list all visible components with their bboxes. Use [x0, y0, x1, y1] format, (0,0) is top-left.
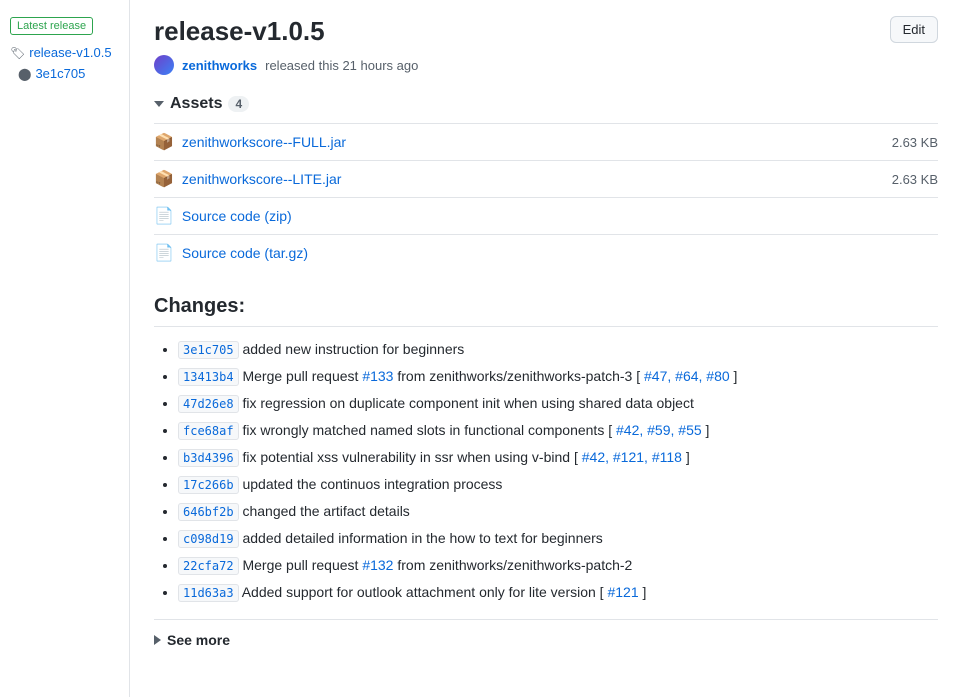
pr-118-link[interactable]: #118	[652, 449, 682, 465]
hash-646bf2b[interactable]: 646bf2b	[178, 503, 239, 521]
hash-17c266b[interactable]: 17c266b	[178, 476, 239, 494]
commit-item-17c266b: 17c266b updated the continuos integratio…	[178, 474, 938, 495]
commit-item-11d63a3: 11d63a3 Added support for outlook attach…	[178, 582, 938, 603]
sidebar-tag[interactable]: 🏷 release-v1.0.5	[10, 45, 119, 60]
hash-13413b4[interactable]: 13413b4	[178, 368, 239, 386]
commit-item-fce68af: fce68af fix wrongly matched named slots …	[178, 420, 938, 441]
hash-b3d4396[interactable]: b3d4396	[178, 449, 239, 467]
commit-item-b3d4396: b3d4396 fix potential xss vulnerability …	[178, 447, 938, 468]
msg-13413b4: Merge pull request	[242, 368, 362, 384]
commit-item-646bf2b: 646bf2b changed the artifact details	[178, 501, 938, 522]
pr-47-link[interactable]: #47,	[644, 368, 671, 384]
pr-121b-link[interactable]: #121	[607, 584, 638, 600]
zip-icon: 📄	[154, 206, 174, 226]
msg-646bf2b: changed the artifact details	[242, 503, 409, 519]
changes-header: Changes:	[154, 295, 938, 327]
commit-item-22cfa72: 22cfa72 Merge pull request #132 from zen…	[178, 555, 938, 576]
see-more-section: See more	[154, 619, 938, 648]
see-more-label: See more	[167, 632, 230, 648]
asset-left-lite: 📦 zenithworkscore--LITE.jar	[154, 169, 341, 189]
commit-dot-icon: ⬤	[18, 67, 31, 81]
msg-3e1c705: added new instruction for beginners	[242, 341, 464, 357]
asset-item-lite-jar: 📦 zenithworkscore--LITE.jar 2.63 KB	[154, 160, 938, 197]
pr-133-link[interactable]: #133	[362, 368, 393, 384]
commit-item-47d26e8: 47d26e8 fix regression on duplicate comp…	[178, 393, 938, 414]
bracket-close-2: ]	[706, 422, 710, 438]
changes-list: 3e1c705 added new instruction for beginn…	[154, 339, 938, 603]
full-jar-link[interactable]: zenithworkscore--FULL.jar	[182, 134, 346, 150]
latest-release-badge: Latest release	[10, 17, 93, 35]
source-zip-item: 📄 Source code (zip)	[154, 197, 938, 234]
sidebar-commit-label: 3e1c705	[35, 66, 85, 81]
msg-c098d19: added detailed information in the how to…	[242, 530, 602, 546]
hash-3e1c705[interactable]: 3e1c705	[178, 341, 239, 359]
lite-jar-link[interactable]: zenithworkscore--LITE.jar	[182, 171, 342, 187]
triangle-icon	[154, 635, 161, 645]
full-jar-size: 2.63 KB	[892, 135, 938, 150]
pr-42b-link[interactable]: #42,	[582, 449, 609, 465]
release-time: released this 21 hours ago	[265, 58, 418, 73]
msg-17c266b: updated the continuos integration proces…	[242, 476, 502, 492]
assets-header[interactable]: Assets 4	[154, 95, 938, 113]
pr-80-link[interactable]: #80	[706, 368, 729, 384]
pr-132-link[interactable]: #132	[362, 557, 393, 573]
release-meta: zenithworks released this 21 hours ago	[154, 55, 938, 75]
sidebar-commit[interactable]: ⬤ 3e1c705	[18, 66, 119, 81]
source-zip-link[interactable]: Source code (zip)	[182, 208, 292, 224]
see-more-button[interactable]: See more	[154, 632, 230, 648]
assets-title: Assets	[170, 95, 222, 113]
sidebar-tag-label: release-v1.0.5	[29, 45, 111, 60]
msg-b3d4396: fix potential xss vulnerability in ssr w…	[242, 449, 577, 465]
avatar	[154, 55, 174, 75]
author-link[interactable]: zenithworks	[182, 58, 257, 73]
edit-button[interactable]: Edit	[890, 16, 938, 43]
bracket-close-4: ]	[643, 584, 647, 600]
msg-22cfa72: Merge pull request	[242, 557, 362, 573]
commit-item-13413b4: 13413b4 Merge pull request #133 from zen…	[178, 366, 938, 387]
release-title: release-v1.0.5	[154, 16, 325, 47]
pr-121a-link[interactable]: #121,	[613, 449, 648, 465]
hash-22cfa72[interactable]: 22cfa72	[178, 557, 239, 575]
changes-section: Changes: 3e1c705 added new instruction f…	[154, 295, 938, 648]
tag-icon: 🏷	[10, 46, 25, 60]
assets-count: 4	[228, 96, 249, 112]
jar-icon: 📦	[154, 132, 174, 152]
msg-22cfa72-2: from zenithworks/zenithworks-patch-2	[397, 557, 632, 573]
lite-jar-size: 2.63 KB	[892, 172, 938, 187]
msg-13413b4-2: from zenithworks/zenithworks-patch-3 [	[397, 368, 640, 384]
bracket-close-3: ]	[686, 449, 690, 465]
main-content: release-v1.0.5 Edit zenithworks released…	[130, 0, 962, 697]
commit-item-3e1c705: 3e1c705 added new instruction for beginn…	[178, 339, 938, 360]
commit-item-c098d19: c098d19 added detailed information in th…	[178, 528, 938, 549]
pr-59-link[interactable]: #59,	[647, 422, 674, 438]
jar-lite-icon: 📦	[154, 169, 174, 189]
hash-47d26e8[interactable]: 47d26e8	[178, 395, 239, 413]
hash-fce68af[interactable]: fce68af	[178, 422, 239, 440]
assets-section: Assets 4 📦 zenithworkscore--FULL.jar 2.6…	[154, 95, 938, 271]
asset-item-full-jar: 📦 zenithworkscore--FULL.jar 2.63 KB	[154, 123, 938, 160]
source-targz-link[interactable]: Source code (tar.gz)	[182, 245, 308, 261]
assets-chevron-icon	[154, 101, 164, 107]
pr-64-link[interactable]: #64,	[675, 368, 702, 384]
targz-icon: 📄	[154, 243, 174, 263]
asset-left: 📦 zenithworkscore--FULL.jar	[154, 132, 346, 152]
pr-42a-link[interactable]: #42,	[616, 422, 643, 438]
bracket-close-1: ]	[734, 368, 738, 384]
release-header: release-v1.0.5 Edit	[154, 16, 938, 47]
msg-11d63a3: Added support for outlook attachment onl…	[242, 584, 604, 600]
pr-55-link[interactable]: #55	[678, 422, 701, 438]
sidebar: Latest release 🏷 release-v1.0.5 ⬤ 3e1c70…	[0, 0, 130, 697]
hash-11d63a3[interactable]: 11d63a3	[178, 584, 239, 602]
msg-fce68af: fix wrongly matched named slots in funct…	[242, 422, 612, 438]
source-targz-item: 📄 Source code (tar.gz)	[154, 234, 938, 271]
hash-c098d19[interactable]: c098d19	[178, 530, 239, 548]
msg-47d26e8: fix regression on duplicate component in…	[242, 395, 693, 411]
